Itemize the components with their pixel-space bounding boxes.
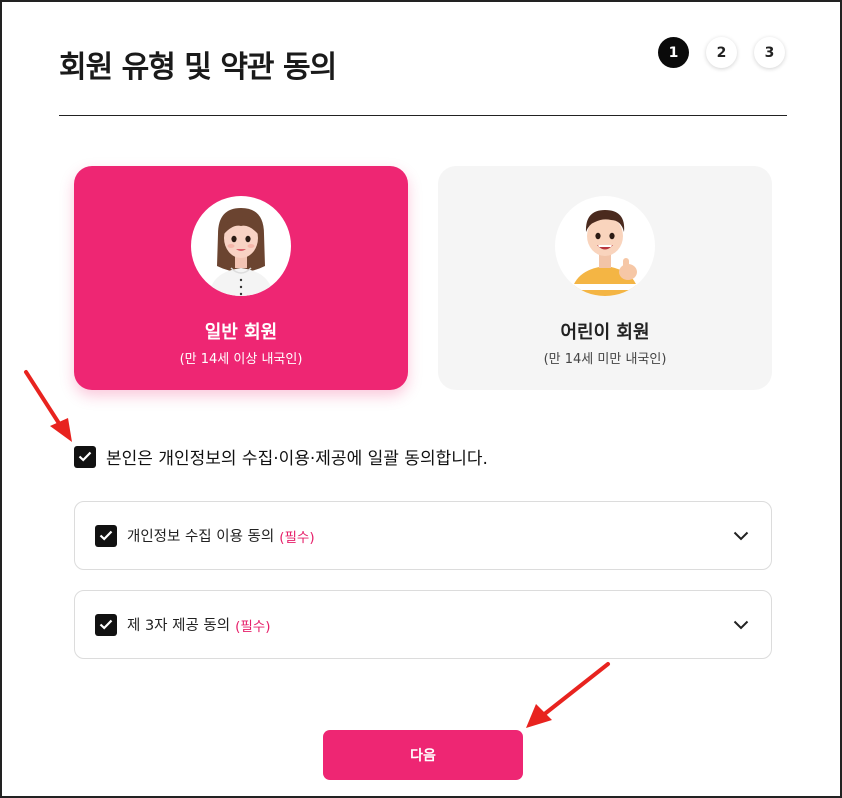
step-1: 1 — [658, 37, 689, 68]
required-tag: (필수) — [235, 618, 271, 635]
page-frame: 회원 유형 및 약관 동의 1 2 3 일반 회원 (만 14세 이상 내국인)… — [0, 0, 842, 798]
woman-avatar-icon — [191, 196, 291, 296]
agree-all-label: 본인은 개인정보의 수집·이용·제공에 일괄 동의합니다. — [106, 449, 488, 469]
agreement-item-third-party[interactable]: 제 3자 제공 동의 (필수) — [74, 590, 772, 659]
member-type-child-card[interactable]: 어린이 회원 (만 14세 미만 내국인) — [438, 166, 772, 390]
required-tag: (필수) — [279, 529, 315, 546]
checkmark-icon — [99, 619, 113, 630]
agree-all-row[interactable]: 본인은 개인정보의 수집·이용·제공에 일괄 동의합니다. — [74, 444, 488, 469]
member-type-general-sub: (만 14세 이상 내국인) — [179, 352, 303, 367]
member-type-child-sub: (만 14세 미만 내국인) — [543, 352, 667, 367]
chevron-down-icon[interactable] — [733, 526, 749, 545]
annotation-arrow-icon — [526, 662, 610, 728]
checkmark-icon — [78, 451, 92, 462]
boy-avatar-icon — [555, 196, 655, 296]
agreement-item-privacy[interactable]: 개인정보 수집 이용 동의 (필수) — [74, 501, 772, 570]
member-type-general-name: 일반 회원 — [204, 322, 278, 343]
chevron-down-icon[interactable] — [733, 615, 749, 634]
title-divider — [59, 115, 787, 116]
member-type-general-card[interactable]: 일반 회원 (만 14세 이상 내국인) — [74, 166, 408, 390]
agree-all-checkbox[interactable] — [74, 445, 96, 468]
annotation-arrow-icon — [24, 370, 72, 442]
agreement-third-party-checkbox[interactable] — [95, 613, 117, 636]
checkmark-icon — [99, 530, 113, 541]
step-indicator: 1 2 3 — [658, 37, 785, 68]
agreement-privacy-label: 개인정보 수집 이용 동의 — [127, 529, 275, 545]
step-3: 3 — [754, 37, 785, 68]
agreement-third-party-label: 제 3자 제공 동의 — [127, 618, 231, 634]
step-2: 2 — [706, 37, 737, 68]
member-type-child-name: 어린이 회원 — [560, 322, 650, 343]
next-button[interactable]: 다음 — [323, 730, 523, 780]
page-title: 회원 유형 및 약관 동의 — [59, 50, 337, 85]
agreement-privacy-checkbox[interactable] — [95, 524, 117, 547]
